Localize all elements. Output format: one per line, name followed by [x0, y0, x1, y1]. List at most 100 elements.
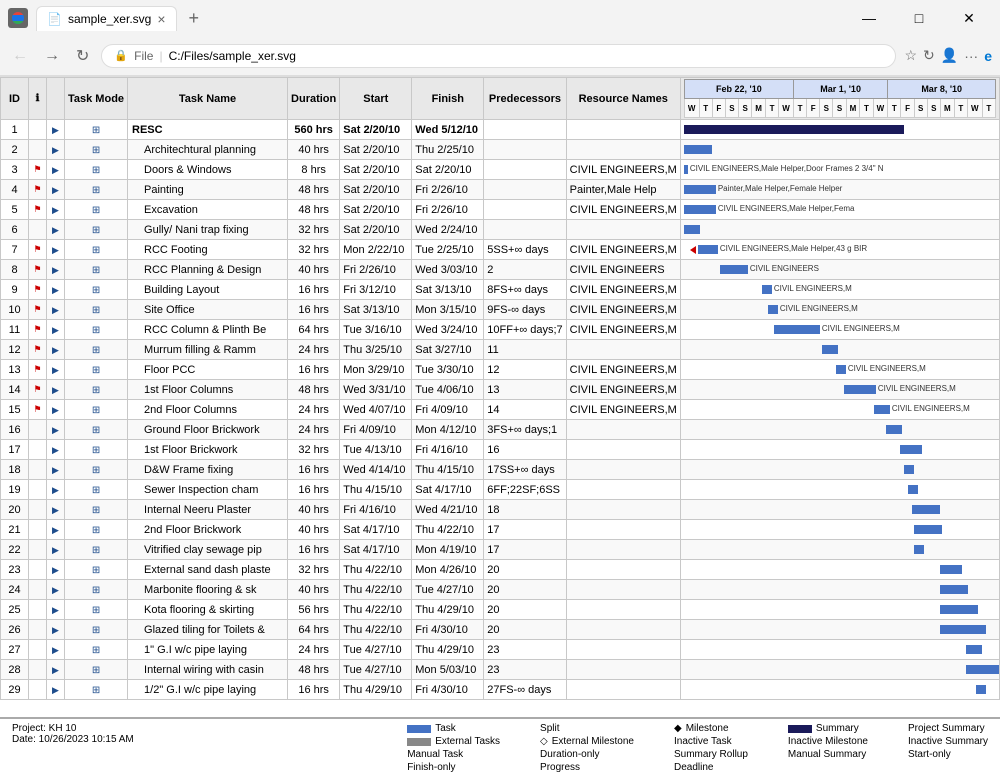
cell-finish: Sat 3/13/10 [412, 280, 484, 300]
cell-info [29, 620, 47, 640]
legend-duration-label: Duration-only [540, 749, 599, 760]
maximize-button[interactable]: □ [896, 3, 942, 33]
cell-finish: Fri 4/30/10 [412, 680, 484, 700]
cell-id: 24 [1, 580, 29, 600]
close-button[interactable]: ✕ [946, 3, 992, 33]
legend-inactive-task-label: Inactive Task [674, 736, 732, 747]
cell-pred: 16 [484, 440, 566, 460]
task-icon2: ⊞ [92, 565, 100, 576]
cell-resource [566, 640, 680, 660]
cell-resource [566, 140, 680, 160]
cell-mode1: ▶ [47, 340, 65, 360]
browser-tab[interactable]: 📄 sample_xer.svg × [36, 6, 177, 31]
cell-resource: CIVIL ENGINEERS,M [566, 300, 680, 320]
cell-duration: 48 hrs [288, 660, 340, 680]
cell-duration: 16 hrs [288, 360, 340, 380]
header-pred: Predecessors [484, 78, 566, 120]
legend-manual-label: Manual Task [407, 749, 463, 760]
minimize-button[interactable]: — [846, 3, 892, 33]
cell-mode1: ▶ [47, 420, 65, 440]
cell-id: 20 [1, 500, 29, 520]
cell-info [29, 460, 47, 480]
cell-pred: 8FS+∞ days [484, 280, 566, 300]
cell-mode2: ⊞ [65, 540, 128, 560]
task-mode-icon: ▶ [52, 165, 59, 175]
cell-pred: 20 [484, 560, 566, 580]
profile-icon[interactable]: 👤 [941, 47, 958, 64]
cell-mode2: ⊞ [65, 640, 128, 660]
cell-mode2: ⊞ [65, 600, 128, 620]
forward-button[interactable]: → [40, 43, 64, 69]
cell-gantt: CIVIL ENGINEERS,Male Helper,Door Frames … [680, 160, 999, 180]
cell-mode2: ⊞ [65, 280, 128, 300]
cell-mode2: ⊞ [65, 180, 128, 200]
cell-mode2: ⊞ [65, 120, 128, 140]
table-row: 23 ▶ ⊞ External sand dash plaste 32 hrs … [1, 560, 1000, 580]
task-mode-icon: ▶ [52, 425, 59, 435]
cell-resource: CIVIL ENGINEERS,M [566, 280, 680, 300]
cell-pred: 17 [484, 540, 566, 560]
cell-duration: 32 hrs [288, 560, 340, 580]
cell-gantt [680, 480, 999, 500]
more-icon[interactable]: ··· [964, 48, 978, 64]
task-icon2: ⊞ [92, 445, 100, 456]
red-flag-icon: ⚑ [33, 164, 41, 174]
cell-finish: Wed 3/03/10 [412, 260, 484, 280]
cell-finish: Thu 2/25/10 [412, 140, 484, 160]
cell-id: 15 [1, 400, 29, 420]
bookmark-icon[interactable]: ☆ [904, 47, 917, 64]
cell-info [29, 580, 47, 600]
cell-duration: 16 hrs [288, 680, 340, 700]
cell-start: Thu 4/22/10 [340, 580, 412, 600]
cell-id: 9 [1, 280, 29, 300]
task-icon2: ⊞ [92, 545, 100, 556]
tab-close-button[interactable]: × [157, 11, 165, 27]
cell-duration: 16 hrs [288, 460, 340, 480]
cell-gantt [680, 540, 999, 560]
cell-mode2: ⊞ [65, 460, 128, 480]
cell-finish: Mon 4/26/10 [412, 560, 484, 580]
cell-info [29, 540, 47, 560]
task-mode-icon: ▶ [52, 365, 59, 375]
cell-resource: Painter,Male Help [566, 180, 680, 200]
cell-resource: CIVIL ENGINEERS,M [566, 400, 680, 420]
gantt-bar [940, 625, 986, 634]
cell-taskname: Painting [128, 180, 288, 200]
cell-pred: 27FS-∞ days [484, 680, 566, 700]
refresh-button[interactable]: ↻ [72, 42, 93, 70]
cell-finish: Tue 4/06/10 [412, 380, 484, 400]
task-icon2: ⊞ [92, 465, 100, 476]
legend-ext-milestone-label: External Milestone [552, 736, 634, 747]
task-mode-icon: ▶ [52, 465, 59, 475]
cell-taskname: Kota flooring & skirting [128, 600, 288, 620]
red-flag-icon: ⚑ [33, 284, 41, 294]
cell-info: ⚑ [29, 320, 47, 340]
cell-gantt [680, 120, 999, 140]
cell-gantt [680, 340, 999, 360]
gantt-bar-label: Painter,Male Helper,Female Helper [718, 184, 843, 193]
cell-taskname: Sewer Inspection cham [128, 480, 288, 500]
cell-start: Thu 3/25/10 [340, 340, 412, 360]
table-row: 11 ⚑ ▶ ⊞ RCC Column & Plinth Be 64 hrs T… [1, 320, 1000, 340]
cell-duration: 32 hrs [288, 220, 340, 240]
back-button[interactable]: ← [8, 43, 32, 69]
table-row: 27 ▶ ⊞ 1" G.I w/c pipe laying 24 hrs Tue… [1, 640, 1000, 660]
cell-finish: Tue 3/30/10 [412, 360, 484, 380]
tab-label: sample_xer.svg [68, 12, 151, 26]
table-row: 10 ⚑ ▶ ⊞ Site Office 16 hrs Sat 3/13/10 … [1, 300, 1000, 320]
refresh-icon[interactable]: ↻ [923, 47, 935, 64]
cell-duration: 56 hrs [288, 600, 340, 620]
task-mode-icon: ▶ [52, 285, 59, 295]
cell-duration: 16 hrs [288, 540, 340, 560]
task-mode-icon: ▶ [52, 605, 59, 615]
gantt-bar [774, 325, 820, 334]
header-id: ID [1, 78, 29, 120]
address-input[interactable]: 🔒 File | C:/Files/sample_xer.svg [101, 44, 896, 68]
cell-taskname: Glazed tiling for Toilets & [128, 620, 288, 640]
cell-mode2: ⊞ [65, 200, 128, 220]
new-tab-button[interactable]: + [185, 8, 204, 29]
cell-taskname: Marbonite flooring & sk [128, 580, 288, 600]
cell-taskname: Site Office [128, 300, 288, 320]
cell-resource [566, 660, 680, 680]
cell-pred [484, 140, 566, 160]
